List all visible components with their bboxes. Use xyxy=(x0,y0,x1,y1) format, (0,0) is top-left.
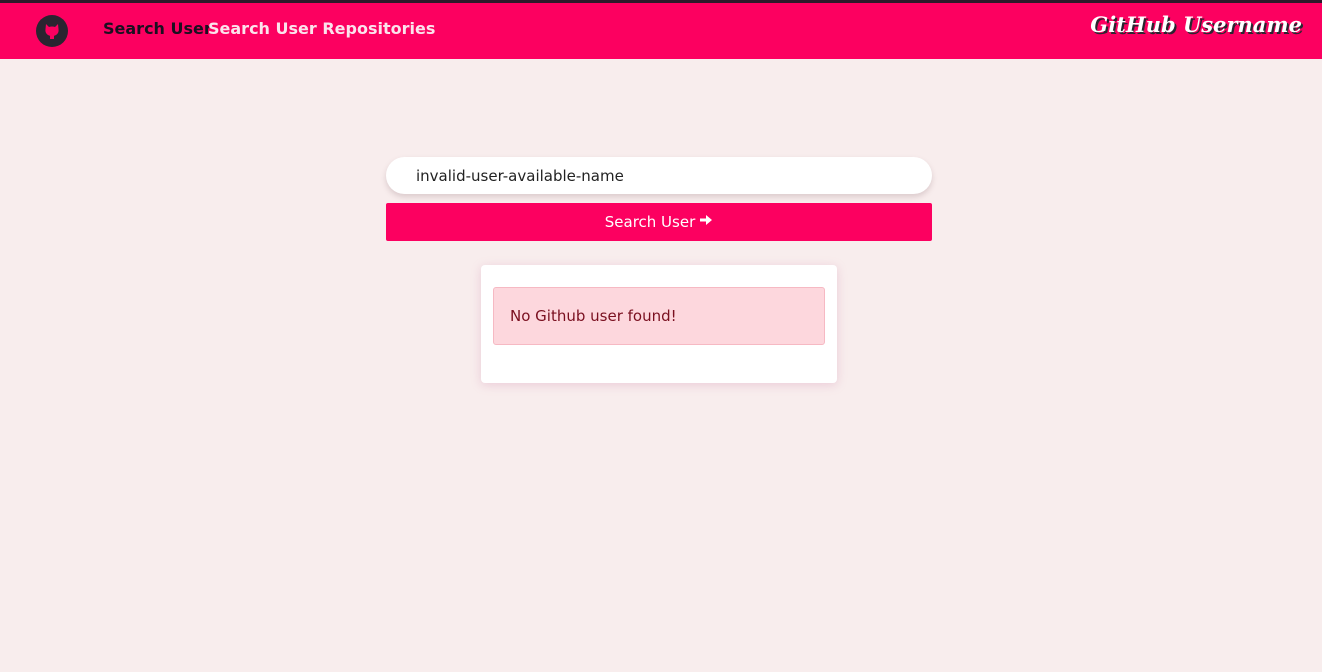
error-message: No Github user found! xyxy=(510,307,677,325)
error-alert: No Github user found! xyxy=(493,287,825,345)
search-user-button[interactable]: Search User xyxy=(386,203,932,241)
result-card: No Github user found! xyxy=(481,265,837,383)
navbar: Search User Search User Repositories Git… xyxy=(0,3,1322,59)
nav-search-user-repositories[interactable]: Search User Repositories xyxy=(208,19,435,38)
github-icon[interactable] xyxy=(36,15,68,47)
search-button-label: Search User xyxy=(604,213,696,231)
nav-search-user[interactable]: Search User xyxy=(103,19,212,38)
search-input[interactable] xyxy=(386,157,932,194)
arrow-right-icon xyxy=(699,213,713,231)
brand-title: GitHub Username xyxy=(1090,12,1302,37)
